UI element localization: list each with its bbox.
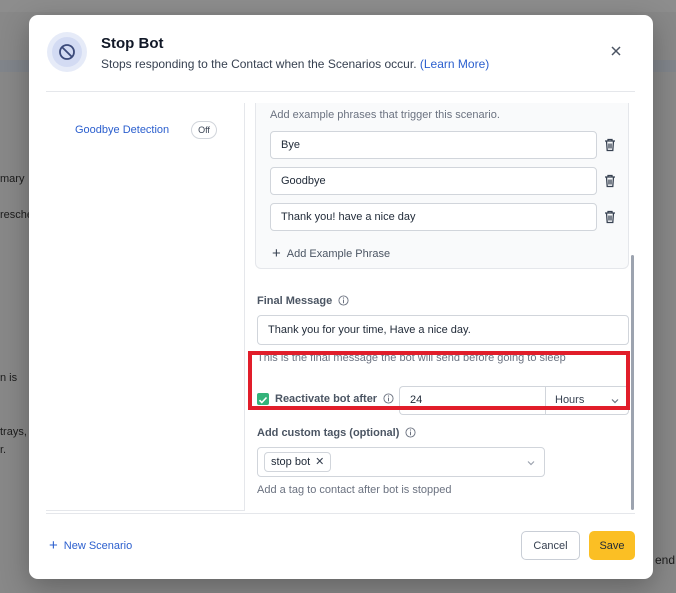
add-example-phrase-button[interactable]: + Add Example Phrase	[272, 245, 390, 262]
save-button[interactable]: Save	[589, 531, 635, 560]
new-scenario-button[interactable]: + New Scenario	[49, 537, 132, 554]
chevron-down-icon	[527, 461, 535, 466]
highlight-box	[248, 351, 630, 410]
scenario-panel: Add example phrases that trigger this sc…	[245, 103, 635, 511]
example-phrases-box: Add example phrases that trigger this sc…	[255, 103, 629, 269]
final-message-label: Final Message	[257, 295, 349, 307]
tag-chip: stop bot ✕	[264, 452, 332, 472]
phrase-input[interactable]: Goodbye	[270, 167, 597, 195]
custom-tags-label-text: Add custom tags (optional)	[257, 427, 400, 439]
stop-icon	[47, 32, 87, 72]
final-message-label-text: Final Message	[257, 295, 333, 307]
new-scenario-label: New Scenario	[63, 540, 133, 552]
panel-scrollbar[interactable]	[631, 255, 634, 510]
custom-tags-label: Add custom tags (optional)	[257, 427, 416, 439]
phrases-hint: Add example phrases that trigger this sc…	[270, 109, 500, 121]
trash-icon[interactable]	[603, 173, 617, 189]
goodbye-detection-toggle[interactable]: Off	[191, 121, 217, 139]
info-icon[interactable]	[338, 295, 349, 306]
plus-icon: +	[272, 245, 281, 262]
dialog-title: Stop Bot	[101, 35, 164, 52]
tag-chip-label: stop bot	[271, 456, 311, 468]
add-example-phrase-label: Add Example Phrase	[286, 248, 391, 260]
trash-icon[interactable]	[603, 137, 617, 153]
phrase-input[interactable]: Thank you! have a nice day	[270, 203, 597, 231]
info-icon[interactable]	[405, 427, 416, 438]
sidebar-item-goodbye-detection[interactable]: Goodbye Detection	[75, 124, 169, 136]
plus-icon: +	[49, 537, 58, 554]
dialog-subtitle-text: Stops responding to the Contact when the…	[101, 57, 417, 71]
dialog-subtitle: Stops responding to the Contact when the…	[101, 57, 489, 71]
header-divider	[46, 91, 635, 92]
sidebar-bottom-divider	[46, 510, 244, 511]
trash-icon[interactable]	[603, 209, 617, 225]
final-message-input[interactable]: Thank you for your time, Have a nice day…	[257, 315, 629, 345]
remove-tag-icon[interactable]: ✕	[315, 456, 324, 468]
custom-tags-select[interactable]: stop bot ✕	[257, 447, 545, 477]
stop-bot-dialog: Stop Bot Stops responding to the Contact…	[29, 15, 653, 579]
learn-more-link[interactable]: (Learn More)	[420, 57, 489, 71]
custom-tags-hint: Add a tag to contact after bot is stoppe…	[257, 484, 452, 496]
close-icon[interactable]	[607, 42, 625, 60]
phrase-input[interactable]: Bye	[270, 131, 597, 159]
cancel-button[interactable]: Cancel	[521, 531, 580, 560]
footer-divider	[46, 513, 635, 514]
